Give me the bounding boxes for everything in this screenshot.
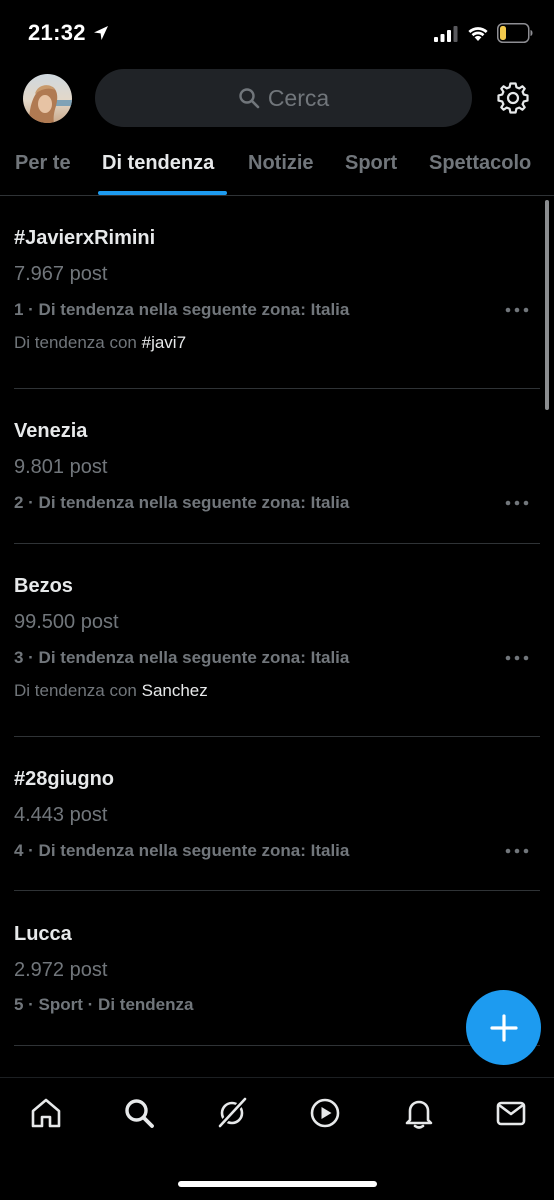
search-icon[interactable] bbox=[122, 1096, 156, 1130]
trend-related-prefix: Di tendenza con bbox=[14, 681, 137, 700]
active-tab-indicator bbox=[98, 191, 227, 195]
trend-meta: 4 · Di tendenza nella seguente zona: Ita… bbox=[14, 841, 350, 860]
trend-related-tag[interactable]: #javi7 bbox=[142, 333, 186, 352]
trend-title: Bezos bbox=[14, 575, 73, 597]
battery-icon bbox=[497, 23, 533, 43]
divider bbox=[14, 1045, 540, 1046]
grok-icon[interactable] bbox=[215, 1096, 249, 1130]
status-bar: 21:32 bbox=[0, 0, 554, 66]
tab-per-te[interactable]: Per te bbox=[15, 152, 71, 175]
settings-gear-icon[interactable] bbox=[496, 81, 530, 115]
trend-title: #28giugno bbox=[14, 768, 115, 790]
divider bbox=[14, 543, 540, 544]
tab-spettacolo[interactable]: Spettacolo bbox=[429, 152, 531, 175]
trend-title: Venezia bbox=[14, 420, 88, 442]
search-icon bbox=[239, 88, 260, 109]
avatar-photo bbox=[23, 74, 72, 123]
search-placeholder: Cerca bbox=[267, 84, 330, 111]
messages-mail-icon[interactable] bbox=[494, 1096, 528, 1130]
trend-related: Di tendenza con Sanchez bbox=[14, 681, 208, 701]
notifications-bell-icon[interactable] bbox=[402, 1096, 436, 1130]
more-options-icon[interactable] bbox=[504, 306, 530, 314]
status-time: 21:32 bbox=[28, 20, 86, 45]
home-icon[interactable] bbox=[29, 1096, 63, 1130]
divider bbox=[14, 388, 540, 389]
tab-sport[interactable]: Sport bbox=[345, 152, 397, 175]
trend-title: #JavierxRimini bbox=[14, 227, 156, 249]
home-indicator[interactable] bbox=[178, 1181, 377, 1187]
trend-meta: 1 · Di tendenza nella seguente zona: Ita… bbox=[14, 300, 350, 319]
divider bbox=[14, 890, 540, 891]
trend-title: Lucca bbox=[14, 923, 72, 945]
compose-post-button[interactable] bbox=[466, 990, 541, 1065]
plus-icon bbox=[489, 1013, 518, 1042]
search-bar[interactable]: Cerca bbox=[95, 69, 472, 127]
trend-related: Di tendenza con #javi7 bbox=[14, 333, 186, 353]
trend-meta: 3 · Di tendenza nella seguente zona: Ita… bbox=[14, 648, 350, 667]
more-options-icon[interactable] bbox=[504, 847, 530, 855]
explore-screen: 21:32 Cerca Per te Di tendenza Notizie S… bbox=[0, 0, 554, 1200]
wifi-icon bbox=[468, 27, 488, 41]
trend-post-count: 99.500 post bbox=[14, 611, 119, 633]
profile-avatar[interactable] bbox=[23, 74, 72, 123]
cellular-signal-icon bbox=[434, 26, 458, 42]
more-options-icon[interactable] bbox=[504, 654, 530, 662]
tab-di-tendenza[interactable]: Di tendenza bbox=[102, 152, 214, 175]
tab-notizie[interactable]: Notizie bbox=[248, 152, 314, 175]
more-options-icon[interactable] bbox=[504, 499, 530, 507]
location-arrow-icon bbox=[94, 26, 108, 40]
trend-post-count: 2.972 post bbox=[14, 959, 108, 981]
trend-related-tag[interactable]: Sanchez bbox=[142, 681, 208, 700]
trend-post-count: 7.967 post bbox=[14, 263, 108, 285]
explore-tabs: Per te Di tendenza Notizie Sport Spettac… bbox=[0, 140, 554, 196]
trend-related-prefix: Di tendenza con bbox=[14, 333, 137, 352]
trend-post-count: 4.443 post bbox=[14, 804, 108, 826]
trend-meta: 2 · Di tendenza nella seguente zona: Ita… bbox=[14, 493, 350, 512]
trend-meta: 5 · Sport · Di tendenza bbox=[14, 995, 194, 1014]
divider bbox=[14, 736, 540, 737]
trend-post-count: 9.801 post bbox=[14, 456, 108, 478]
video-play-icon[interactable] bbox=[308, 1096, 342, 1130]
scrollbar[interactable] bbox=[545, 200, 549, 410]
